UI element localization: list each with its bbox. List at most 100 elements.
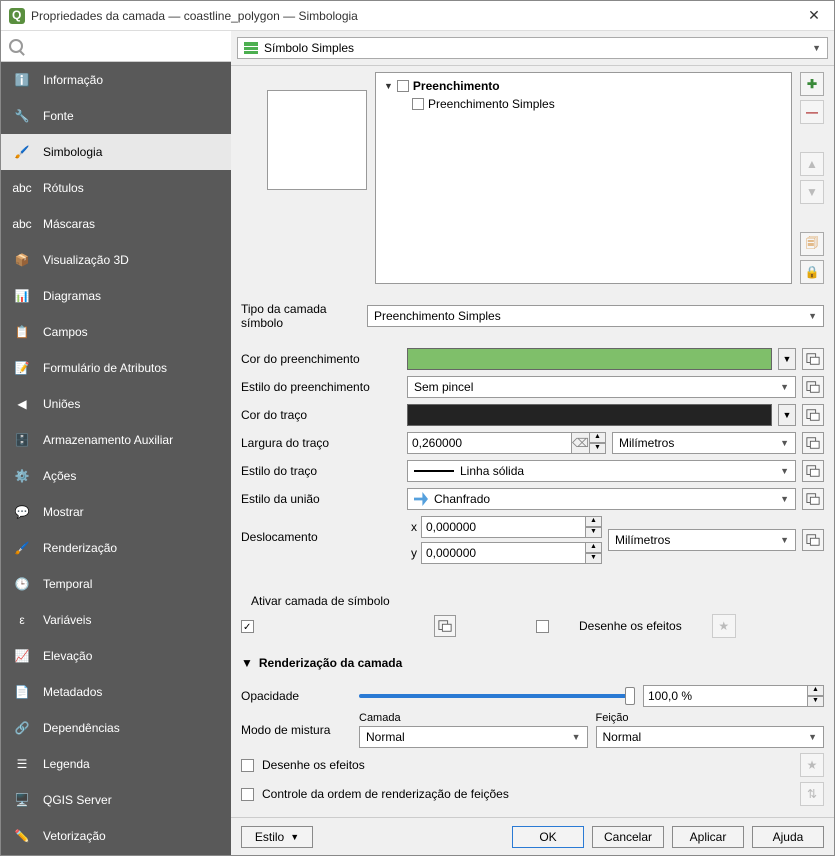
- cancel-button[interactable]: Cancelar: [592, 826, 664, 848]
- spin-up[interactable]: ▲: [586, 542, 602, 553]
- spin-down[interactable]: ▼: [590, 443, 606, 454]
- expr-button[interactable]: [434, 615, 456, 637]
- fill-style-combo[interactable]: Sem pincel ▼: [407, 376, 796, 398]
- checkbox[interactable]: [397, 80, 409, 92]
- apply-button[interactable]: Aplicar: [672, 826, 744, 848]
- add-layer-button[interactable]: ✚: [800, 72, 824, 96]
- move-down-button[interactable]: ▼: [800, 180, 824, 204]
- renderer-type-combo[interactable]: Símbolo Simples ▼: [237, 37, 828, 59]
- search-box[interactable]: [1, 31, 231, 62]
- sidebar-item-informação[interactable]: ℹ️Informação: [1, 62, 231, 98]
- spin-up[interactable]: ▲: [590, 432, 606, 443]
- duplicate-layer-button[interactable]: 🗐: [800, 232, 824, 256]
- remove-layer-button[interactable]: —: [800, 100, 824, 124]
- sidebar-item-variáveis[interactable]: εVariáveis: [1, 602, 231, 638]
- offset-y-field[interactable]: [421, 542, 586, 564]
- spin-down[interactable]: ▼: [808, 696, 824, 707]
- opacity-slider[interactable]: [359, 687, 635, 705]
- expr-button[interactable]: [802, 432, 824, 454]
- layer-blend-combo[interactable]: Normal ▼: [359, 726, 588, 748]
- render-effects-settings[interactable]: ★: [800, 753, 824, 777]
- expr-button[interactable]: [802, 404, 824, 426]
- feature-blend-combo[interactable]: Normal ▼: [596, 726, 825, 748]
- control-order-settings[interactable]: ⇅: [800, 782, 824, 806]
- sidebar-item-dependências[interactable]: 🔗Dependências: [1, 710, 231, 746]
- slider-thumb[interactable]: [625, 687, 635, 705]
- sidebar-item-rótulos[interactable]: abcRótulos: [1, 170, 231, 206]
- tree-child[interactable]: Preenchimento Simples: [408, 95, 787, 113]
- sidebar-item-qgis-server[interactable]: 🖥️QGIS Server: [1, 782, 231, 818]
- sidebar-item-metadados[interactable]: 📄Metadados: [1, 674, 231, 710]
- draw-effects-checkbox[interactable]: [536, 620, 549, 633]
- tree-root[interactable]: ▼ Preenchimento: [380, 77, 787, 95]
- tree-root-label: Preenchimento: [413, 79, 500, 93]
- spin-up[interactable]: ▲: [808, 685, 824, 696]
- symbol-tree[interactable]: ▼ Preenchimento Preenchimento Simples: [375, 72, 792, 284]
- spin-down[interactable]: ▼: [586, 553, 602, 564]
- sidebar-item-renderização[interactable]: 🖌️Renderização: [1, 530, 231, 566]
- lock-button[interactable]: 🔒: [800, 260, 824, 284]
- fill-color-swatch[interactable]: [407, 348, 772, 370]
- expand-icon[interactable]: ▼: [384, 81, 393, 91]
- nav-list[interactable]: ℹ️Informação🔧Fonte🖌️SimbologiaabcRótulos…: [1, 62, 231, 855]
- render-effects-checkbox[interactable]: [241, 759, 254, 772]
- nav-icon: 🔗: [11, 717, 33, 739]
- offset-y-input[interactable]: ▲▼: [421, 542, 602, 564]
- expr-button[interactable]: [802, 348, 824, 370]
- join-style-combo[interactable]: Chanfrado ▼: [407, 488, 796, 510]
- spin-up[interactable]: ▲: [586, 516, 602, 527]
- sidebar-item-ações[interactable]: ⚙️Ações: [1, 458, 231, 494]
- stroke-color-swatch[interactable]: [407, 404, 772, 426]
- clear-icon[interactable]: ⌫: [572, 432, 590, 454]
- offset-unit-combo[interactable]: Milímetros ▼: [608, 529, 796, 551]
- style-button[interactable]: Estilo ▼: [241, 826, 313, 848]
- sidebar-item-máscaras[interactable]: abcMáscaras: [1, 206, 231, 242]
- sidebar-item-campos[interactable]: 📋Campos: [1, 314, 231, 350]
- spin-down[interactable]: ▼: [586, 527, 602, 538]
- opacity-input[interactable]: ▲▼: [643, 685, 824, 707]
- nav-icon: 🖥️: [11, 789, 33, 811]
- offset-x-input[interactable]: ▲▼: [421, 516, 602, 538]
- close-icon[interactable]: ✕: [802, 7, 826, 24]
- move-up-button[interactable]: ▲: [800, 152, 824, 176]
- stroke-width-unit-combo[interactable]: Milímetros ▼: [612, 432, 796, 454]
- sidebar-item-legenda[interactable]: ☰Legenda: [1, 746, 231, 782]
- sidebar-item-temporal[interactable]: 🕒Temporal: [1, 566, 231, 602]
- sidebar-item-simbologia[interactable]: 🖌️Simbologia: [1, 134, 231, 170]
- stroke-width-input[interactable]: ⌫ ▲▼: [407, 432, 606, 454]
- sidebar-item-vetorização[interactable]: ✏️Vetorização: [1, 818, 231, 854]
- sidebar-item-diagramas[interactable]: 📊Diagramas: [1, 278, 231, 314]
- sidebar-item-mostrar[interactable]: 💬Mostrar: [1, 494, 231, 530]
- stroke-color-menu[interactable]: ▼: [778, 404, 796, 426]
- enable-layer-checkbox[interactable]: [241, 620, 254, 633]
- renderer-type-label: Símbolo Simples: [264, 41, 354, 55]
- stroke-width-field[interactable]: [407, 432, 572, 454]
- sidebar-item-visualização-3d[interactable]: 📦Visualização 3D: [1, 242, 231, 278]
- opacity-label: Opacidade: [241, 689, 351, 703]
- expr-button[interactable]: [802, 376, 824, 398]
- feature-blend-label: Feição: [596, 712, 825, 724]
- expr-button[interactable]: [802, 488, 824, 510]
- opacity-field[interactable]: [643, 685, 808, 707]
- symbol-preview: [267, 90, 367, 190]
- sidebar-item-fonte[interactable]: 🔧Fonte: [1, 98, 231, 134]
- help-button[interactable]: Ajuda: [752, 826, 824, 848]
- sidebar-item-formulário-de-atributos[interactable]: 📝Formulário de Atributos: [1, 350, 231, 386]
- search-input[interactable]: [23, 35, 227, 57]
- expr-button[interactable]: [802, 529, 824, 551]
- symbol-layer-type-combo[interactable]: Preenchimento Simples ▼: [367, 305, 824, 327]
- fill-color-menu[interactable]: ▼: [778, 348, 796, 370]
- offset-x-field[interactable]: [421, 516, 586, 538]
- effects-settings-button[interactable]: ★: [712, 614, 736, 638]
- ok-button[interactable]: OK: [512, 826, 584, 848]
- nav-icon: 📄: [11, 681, 33, 703]
- control-order-checkbox[interactable]: [241, 788, 254, 801]
- rendering-section-header[interactable]: ▼ Renderização da camada: [231, 650, 834, 676]
- sidebar-item-uniões[interactable]: ◀Uniões: [1, 386, 231, 422]
- stroke-style-combo[interactable]: Linha sólida ▼: [407, 460, 796, 482]
- expr-button[interactable]: [802, 460, 824, 482]
- checkbox[interactable]: [412, 98, 424, 110]
- lock-icon: 🔒: [805, 265, 820, 279]
- sidebar-item-elevação[interactable]: 📈Elevação: [1, 638, 231, 674]
- sidebar-item-armazenamento-auxiliar[interactable]: 🗄️Armazenamento Auxiliar: [1, 422, 231, 458]
